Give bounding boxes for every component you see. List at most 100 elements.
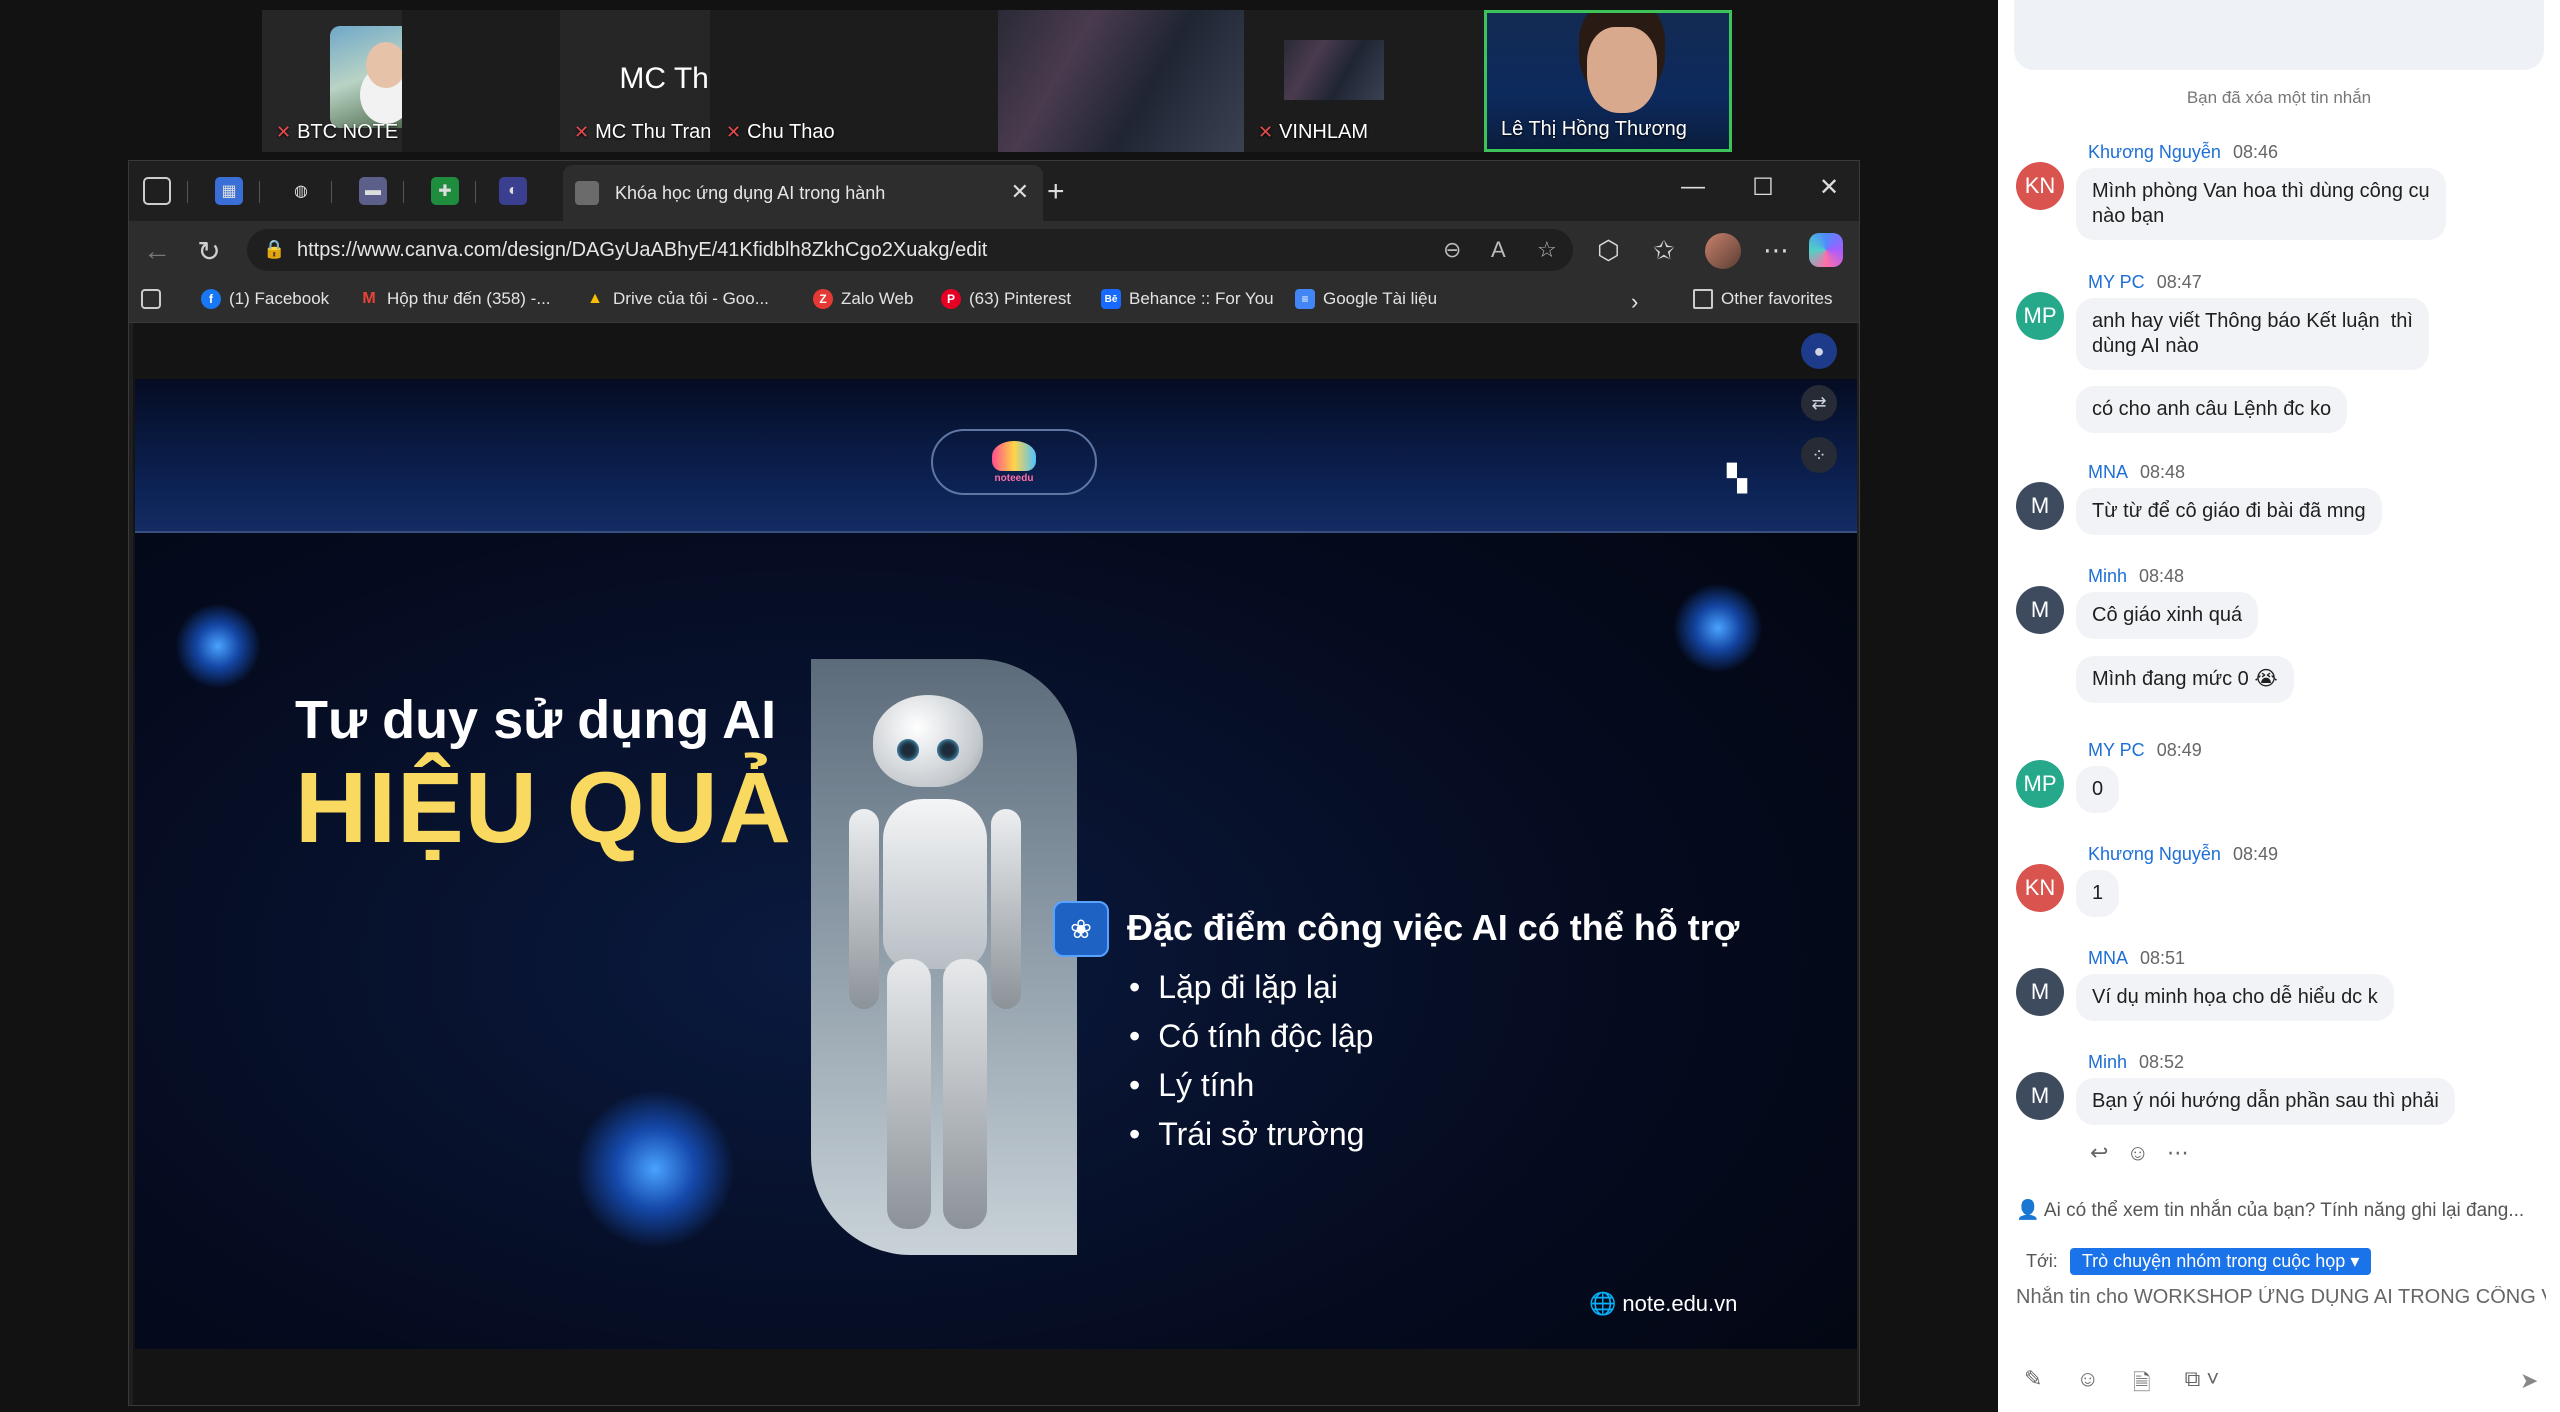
new-tab-button[interactable]: + [1047,175,1065,209]
robot-leg [943,959,987,1229]
drive-icon: ▲ [587,290,603,307]
copilot-icon[interactable] [1809,233,1843,267]
translate-icon[interactable]: ⇄ [1801,385,1837,421]
bookmark-behance[interactable]: Bē Behance :: For You [1101,289,1274,309]
file-icon[interactable]: 🗎 [2133,1366,2151,1404]
participant-name: ✕ Chu Thao [726,121,835,143]
avatar: M [2016,1072,2064,1120]
url-text: https://www.canva.com/design/DAGyUaABhyE… [297,238,988,261]
bookmark-facebook[interactable]: f (1) Facebook [201,289,329,309]
other-favorites-folder[interactable]: Other favorites [1693,289,1833,309]
minimize-icon[interactable]: — [1673,173,1713,201]
participant-strip: ✕BTC NOTE EDU MC Thu Trang ✕MC Thu Trang… [262,10,1732,152]
sender-line: MY PC 08:49 [2088,740,2202,760]
sender-line: MNA 08:48 [2088,462,2186,482]
more-icon[interactable]: ⋯ [2167,1140,2189,1166]
pinned-tab-icon[interactable]: ▦ [215,177,243,205]
close-window-icon[interactable]: ✕ [1809,173,1849,202]
message-bubble[interactable]: Mình đang mức 0 😭 [2076,656,2294,703]
canva-tab-icon[interactable]: ◐ [499,177,527,205]
refresh-icon[interactable]: ↻ [193,235,225,268]
avatar: MP [2016,292,2064,340]
message-bubble[interactable]: 0 [2076,766,2120,813]
apps-icon[interactable]: ⁘ [1801,437,1837,473]
robot-head [873,695,983,787]
message-bubble[interactable]: Bạn ý nói hướng dẫn phần sau thì phải [2076,1078,2455,1125]
pinned-tab-icon[interactable]: ◍ [287,177,315,205]
bookmark-drive[interactable]: ▲ Drive của tôi - Goo... [585,289,769,309]
bookmark-gmail[interactable]: M Hộp thư đến (358) -... [359,289,550,309]
pinned-tab-icon[interactable]: ▬ [359,177,387,205]
extensions-icon[interactable]: ⬡ [1597,235,1620,266]
feature-item: Lý tính [1129,1061,1373,1110]
sheets-tab-icon[interactable]: ✚ [431,177,459,205]
message-bubble[interactable]: Ví dụ minh họa cho dễ hiểu dc k [2076,974,2394,1021]
mic-off-icon: ✕ [726,122,742,142]
sender-line: MY PC 08:47 [2088,272,2202,292]
participant-video [1284,40,1384,100]
browser-window: ▦ ◍ ▬ ✚ ◐ Khóa học ứng dụng AI trong hàn… [128,160,1860,1406]
robot-eye [937,739,959,761]
bookmark-google-docs[interactable]: ≡ Google Tài liệu [1295,289,1437,309]
feature-item: Có tính độc lập [1129,1012,1373,1061]
reply-icon[interactable]: ↩ [2090,1140,2108,1166]
privacy-notice[interactable]: 👤 Ai có thể xem tin nhắn của bạn? Tính n… [2016,1198,2524,1222]
participant-display-name: MC Thu Trang [619,62,710,95]
url-input[interactable]: 🔒 https://www.canva.com/design/DAGyUaABh… [247,229,1573,271]
message-bubble[interactable]: 1 [2076,870,2120,917]
message-bubble[interactable]: có cho anh câu Lệnh đc ko [2076,386,2348,433]
participant-tile[interactable]: ✕ VINHLAM [1244,10,1454,152]
robot-arm [991,809,1021,1009]
canva-assistant-icon[interactable]: ● [1801,333,1837,369]
participant-tile[interactable]: MC Thu Trang ✕MC Thu Trang [560,10,710,152]
bookmarks-overflow-icon[interactable]: › [1631,289,1638,315]
message-bubble[interactable]: Mình phòng Van hoa thì dùng công cụ nào … [2076,168,2446,240]
address-bar-row: ← ↻ 🔒 https://www.canva.com/design/DAGyU… [129,221,1859,279]
glow-orb [1673,583,1763,673]
sender-line: MNA 08:51 [2088,948,2186,968]
feature-heading: Đặc điểm công việc AI có thể hỗ trợ [1127,907,1740,948]
participant-name: ✕ VINHLAM [1258,121,1368,143]
avatar: M [2016,968,2064,1016]
tab-separator [475,181,476,203]
tab-search-icon[interactable] [141,289,161,309]
behance-icon: Bē [1101,289,1121,309]
send-icon[interactable]: ➤ [2520,1368,2538,1394]
sender-line: Minh 08:52 [2088,1052,2185,1072]
bookmark-pinterest[interactable]: P (63) Pinterest [941,289,1071,309]
favorites-icon[interactable]: ✩ [1653,235,1675,266]
bookmark-zalo[interactable]: Z Zalo Web [813,289,913,309]
logo-mark-icon [992,440,1036,471]
message-bubble[interactable]: Cô giáo xinh quá [2076,592,2259,639]
profile-avatar[interactable] [1705,233,1741,269]
previous-message-bubble [2014,0,2544,70]
format-icon[interactable]: ✎ [2024,1366,2042,1404]
recipient-dropdown[interactable]: Trò chuyện nhóm trong cuộc họp ▾ [2069,1248,2372,1275]
pinterest-icon: P [941,289,961,309]
message-bubble[interactable]: anh hay viết Thông báo Kết luận thì dùng… [2076,298,2429,370]
maximize-icon[interactable]: ☐ [1743,173,1783,202]
avatar: M [2016,482,2064,530]
active-tab[interactable]: Khóa học ứng dụng AI trong hành ✕ [563,165,1043,221]
more-menu-icon[interactable]: ⋯ [1763,235,1789,266]
to-label: Tới: [2026,1251,2058,1271]
docs-icon: ≡ [1295,289,1315,309]
active-speaker-tile[interactable]: Lê Thị Hồng Thương [1484,10,1732,152]
tab-actions-icon[interactable] [143,177,171,205]
message-input[interactable]: Nhắn tin cho WORKSHOP ỨNG DỤNG AI TRONG … [2016,1286,2546,1309]
participant-tile[interactable]: ✕ Chu Thao [712,10,1012,152]
message-bubble[interactable]: Từ từ để cô giáo đi bài đã mng [2076,488,2382,535]
screen-share-thumbnail[interactable] [998,10,1244,152]
presentation-slide[interactable]: noteedu ▚ Tư duy sử dụng AI HIỆU QUẢ ❀ Đ… [135,379,1857,1349]
favorite-star-icon[interactable]: ☆ [1537,237,1557,263]
zoom-icon[interactable]: ⊖ [1443,237,1461,263]
robot-eye [897,739,919,761]
emoji-icon[interactable]: ☺ [2076,1366,2098,1404]
back-icon[interactable]: ← [141,235,173,267]
tab-bar: ▦ ◍ ▬ ✚ ◐ Khóa học ứng dụng AI trong hàn… [129,161,1859,221]
screenshot-icon[interactable]: ⧉ ˅ [2185,1366,2220,1404]
read-aloud-icon[interactable]: A [1491,237,1506,263]
tab-title: Khóa học ứng dụng AI trong hành [615,182,886,203]
close-tab-icon[interactable]: ✕ [1011,179,1029,205]
emoji-react-icon[interactable]: ☺ [2126,1140,2148,1166]
